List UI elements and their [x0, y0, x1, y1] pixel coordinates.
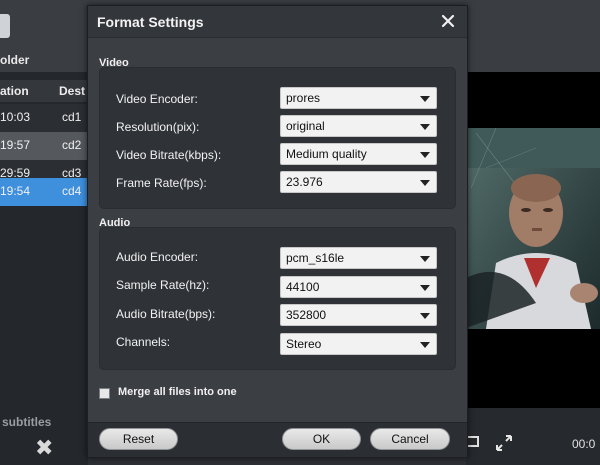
- chevron-down-icon: [420, 342, 430, 348]
- chevron-down-icon: [420, 152, 430, 158]
- resolution-label: Resolution(pix):: [116, 120, 200, 134]
- reset-button[interactable]: Reset: [99, 428, 178, 450]
- chevron-down-icon: [420, 313, 430, 319]
- resolution-select[interactable]: original: [280, 115, 437, 137]
- folder-icon[interactable]: [0, 14, 10, 38]
- file-list-header: ation Dest: [0, 80, 88, 102]
- chevron-down-icon: [420, 180, 430, 186]
- chevron-down-icon: [420, 124, 430, 130]
- destination-column-header[interactable]: Dest: [59, 84, 85, 98]
- fullscreen-icon[interactable]: [495, 434, 513, 455]
- sample-rate-select[interactable]: 44100: [280, 276, 437, 298]
- cancel-button[interactable]: Cancel: [370, 428, 450, 450]
- duration-column-header[interactable]: ation: [0, 84, 29, 98]
- video-bitrate-label: Video Bitrate(kbps):: [116, 148, 222, 162]
- channels-select[interactable]: Stereo: [280, 333, 437, 355]
- file-destination: cd2: [62, 138, 82, 152]
- dialog-title: Format Settings: [97, 14, 204, 30]
- sample-rate-label: Sample Rate(hz):: [116, 278, 210, 292]
- video-encoder-label: Video Encoder:: [116, 92, 198, 106]
- frame-rate-label: Frame Rate(fps):: [116, 176, 207, 190]
- merge-files-label[interactable]: Merge all files into one: [118, 386, 237, 398]
- merge-files-checkbox[interactable]: [99, 388, 110, 399]
- playback-time: 00:0: [572, 437, 596, 451]
- resolution-value: original: [286, 119, 325, 133]
- file-destination: cd1: [62, 110, 82, 124]
- sample-rate-value: 44100: [286, 280, 320, 294]
- audio-bitrate-select[interactable]: 352800: [280, 304, 437, 326]
- audio-encoder-label: Audio Encoder:: [116, 250, 199, 264]
- video-bitrate-value: Medium quality: [286, 147, 367, 161]
- file-row[interactable]: 19:57 cd2: [0, 132, 88, 160]
- video-encoder-select[interactable]: prores: [280, 87, 437, 109]
- output-folder-label: older: [0, 53, 30, 67]
- chevron-down-icon: [420, 96, 430, 102]
- frame-rate-select[interactable]: 23.976: [280, 171, 437, 193]
- video-bitrate-select[interactable]: Medium quality: [280, 143, 437, 165]
- chevron-down-icon: [420, 256, 430, 262]
- subtitles-label: subtitles: [2, 415, 52, 429]
- file-duration: 19:57: [0, 138, 31, 152]
- audio-encoder-select[interactable]: pcm_s16le: [280, 247, 437, 269]
- frame-rate-value: 23.976: [286, 175, 323, 189]
- chevron-down-icon: [420, 285, 430, 291]
- audio-bitrate-value: 352800: [286, 308, 327, 322]
- file-row[interactable]: 10:03 cd1: [0, 104, 88, 132]
- close-icon[interactable]: [439, 12, 457, 30]
- audio-bitrate-label: Audio Bitrate(bps):: [116, 307, 216, 321]
- close-button[interactable]: [439, 12, 457, 30]
- file-duration: 10:03: [0, 110, 31, 124]
- crop-icon[interactable]: [466, 434, 479, 451]
- file-duration: 19:54: [0, 184, 31, 198]
- remove-icon[interactable]: ✖: [35, 437, 53, 459]
- video-encoder-value: prores: [286, 91, 321, 105]
- audio-encoder-value: pcm_s16le: [286, 251, 345, 265]
- channels-value: Stereo: [286, 337, 322, 351]
- format-settings-dialog: Format Settings Video Video Encoder: pro…: [87, 5, 468, 458]
- ok-button[interactable]: OK: [282, 428, 361, 450]
- file-row-selected[interactable]: 19:54 cd4: [0, 178, 88, 206]
- dialog-titlebar[interactable]: Format Settings: [88, 6, 467, 38]
- file-destination: cd4: [62, 184, 82, 198]
- channels-label: Channels:: [116, 335, 171, 349]
- video-preview-frame: [466, 128, 600, 329]
